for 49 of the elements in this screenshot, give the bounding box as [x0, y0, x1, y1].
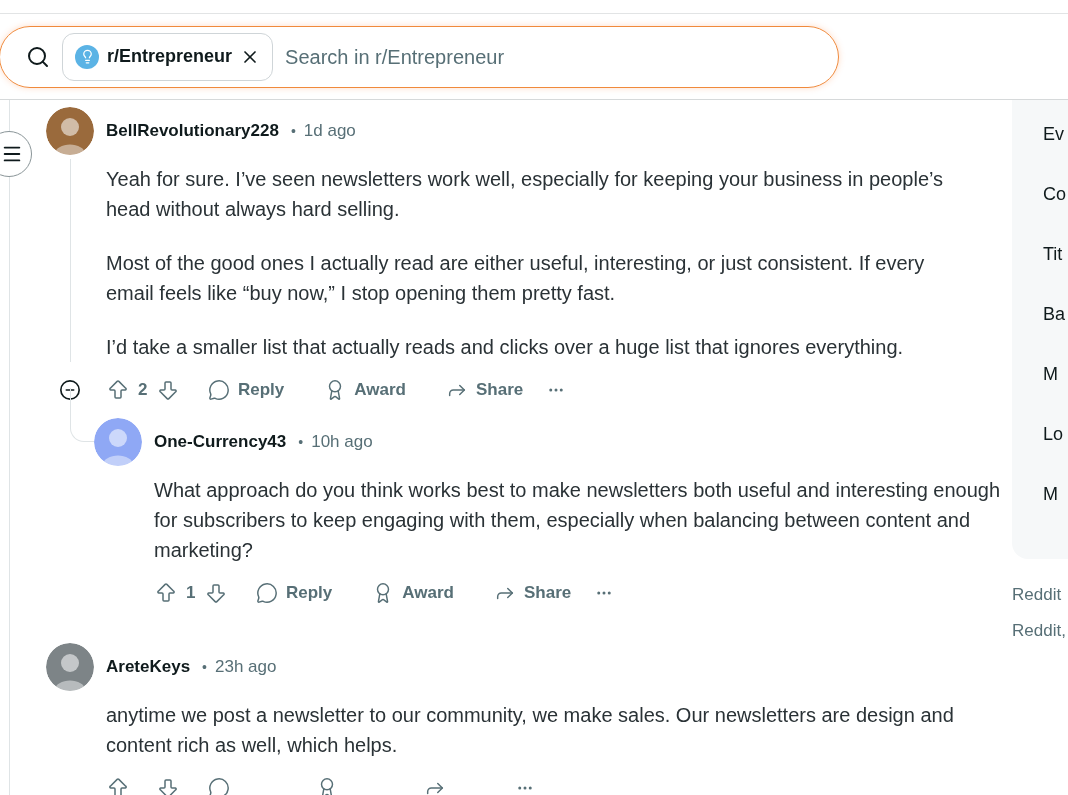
sidebar-item[interactable]: Tit — [1043, 224, 1068, 284]
chip-label: r/Entrepreneur — [107, 45, 233, 68]
speech-bubble-icon — [256, 582, 278, 604]
vote-count: 2 — [138, 380, 148, 400]
avatar[interactable] — [46, 643, 94, 691]
action-button[interactable]: Reply — [200, 370, 293, 410]
action-button[interactable]: Share — [437, 370, 532, 410]
community-chip[interactable]: r/Entrepreneur — [62, 32, 274, 81]
sidebar-item[interactable]: Ba — [1043, 284, 1068, 344]
speech-bubble-icon[interactable] — [208, 777, 230, 795]
downvote-icon[interactable] — [204, 581, 228, 605]
upvote-icon[interactable] — [106, 378, 130, 402]
speech-bubble-icon — [208, 379, 230, 401]
comment-text: Yeah for sure. I’ve seen newsletters work well, especially for keeping your business in people’s head without always hard selling. — [106, 167, 945, 222]
footer-link[interactable]: Reddit, — [1012, 619, 1068, 643]
action-button[interactable]: Award — [364, 573, 462, 613]
username[interactable]: AreteKeys — [106, 654, 191, 680]
search-input[interactable]: Search in r/Entrepreneur — [285, 41, 838, 72]
vote-count: 1 — [186, 583, 196, 603]
timestamp: 1d ago — [303, 120, 356, 143]
sidebar-item[interactable]: Lo — [1043, 404, 1068, 464]
sidebar-item[interactable]: Ev — [1043, 104, 1068, 164]
collapse-icon[interactable] — [59, 379, 81, 401]
separator-dot: • — [290, 121, 296, 141]
comment-text: I’d take a smaller list that actually reads and clicks over a huge list that ignores everything. — [106, 335, 905, 360]
action-button[interactable]: Share — [485, 573, 580, 613]
search-icon — [26, 44, 50, 69]
upvote-icon[interactable] — [154, 581, 178, 605]
separator-dot: • — [298, 432, 304, 452]
comment-text: Most of the good ones I actually read are either useful, interesting, or just consistent. If every email feels like “buy now,” I stop opening them pretty fast. — [106, 251, 926, 306]
username[interactable]: BellRevolutionary228 — [106, 118, 279, 144]
comment-text: What approach do you think works best to make newsletters both useful and interesting enough for subscribers to keep engaging with them, especially when balancing between content and marketing? — [154, 478, 1002, 563]
lightbulb-icon — [75, 44, 99, 69]
sidebar-item[interactable]: Co — [1043, 164, 1068, 224]
timestamp: 10h ago — [311, 431, 373, 454]
comment-text: anytime we post a newsletter to our community, we make sales. Our newsletters are design and content rich as well, which helps. — [106, 703, 955, 758]
thread-line — [70, 388, 94, 442]
timestamp: 23h ago — [215, 656, 277, 679]
action-button[interactable]: Reply — [248, 573, 341, 613]
separator-dot: • — [202, 657, 207, 677]
username[interactable]: One-Currency43 — [154, 429, 287, 455]
sidebar-item[interactable]: M — [1043, 464, 1068, 524]
avatar[interactable] — [46, 107, 94, 155]
downvote-icon[interactable] — [156, 378, 180, 402]
action-button[interactable]: Award — [316, 370, 414, 410]
sidebar-item[interactable]: M — [1043, 344, 1068, 404]
footer-link[interactable]: Reddit — [1012, 583, 1068, 607]
upvote-icon[interactable] — [106, 776, 130, 795]
downvote-icon[interactable] — [156, 776, 180, 795]
